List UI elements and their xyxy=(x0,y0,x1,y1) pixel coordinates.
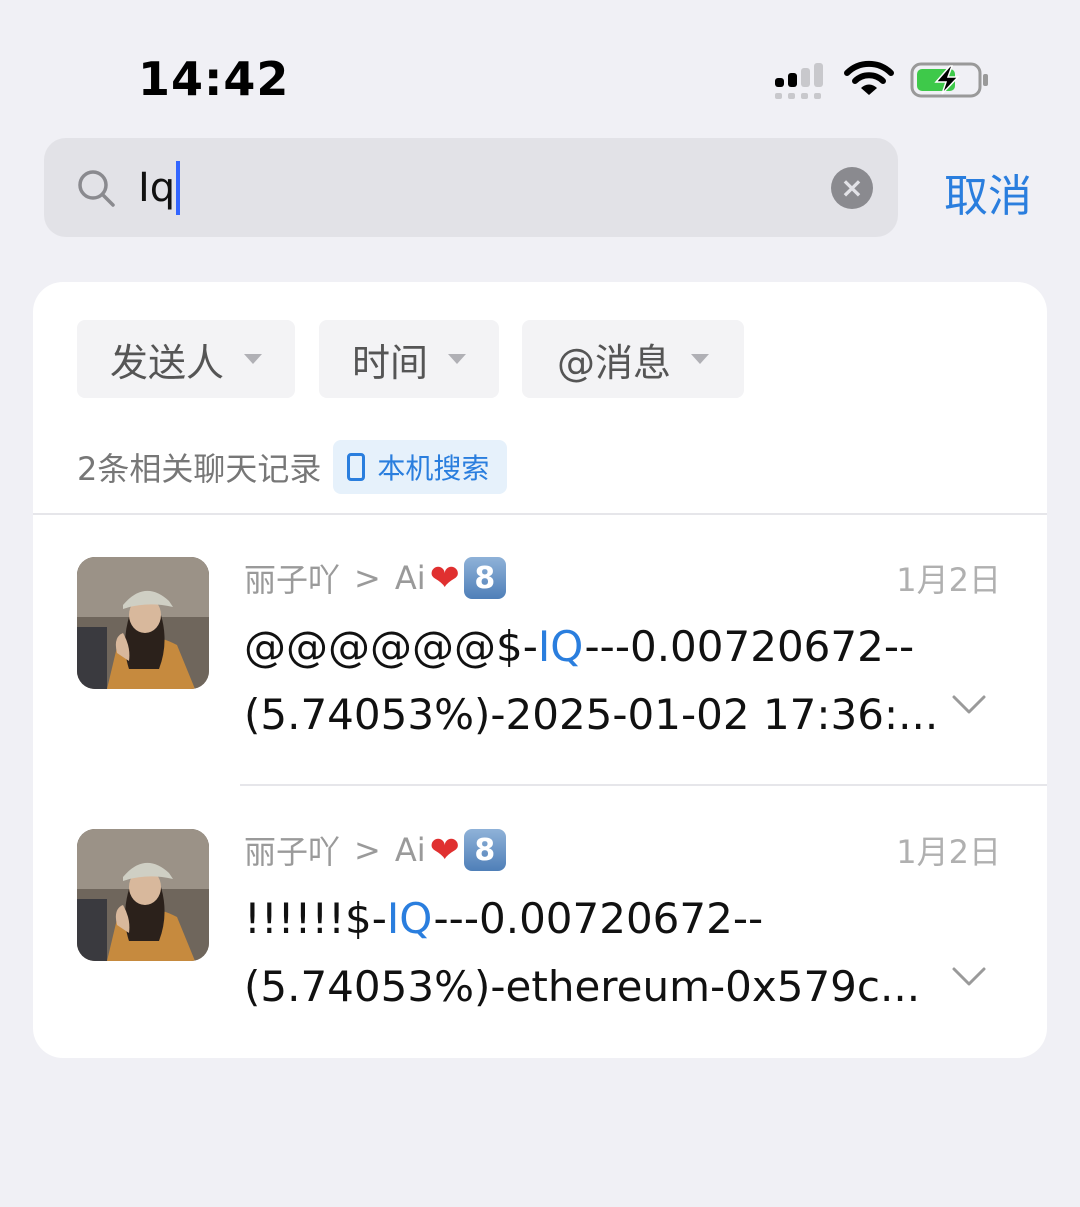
heart-icon: ❤ xyxy=(429,557,460,599)
cancel-button[interactable]: 取消 xyxy=(944,160,1032,224)
text-caret xyxy=(176,161,181,215)
avatar xyxy=(77,557,209,689)
sender-name: 丽子吖 xyxy=(244,561,341,599)
filter-mentions-label: @消息 xyxy=(556,340,671,385)
chat-name: Ai xyxy=(394,831,426,869)
search-bar: Iq × 取消 xyxy=(44,138,1044,238)
local-search-label: 本机搜索 xyxy=(377,452,490,485)
filter-time[interactable]: 时间 xyxy=(319,320,499,398)
message-line-2: (5.74053%)-ethereum-0x579c... xyxy=(244,962,921,1011)
avatar-photo xyxy=(77,829,209,961)
dropdown-arrow-icon xyxy=(244,354,262,364)
number-badge: 8 xyxy=(463,829,506,871)
search-result-item[interactable]: 丽子吖 > Ai ❤ 8 1月2日 @@@@@@$-IQ---0.0072067… xyxy=(33,513,1047,783)
search-icon xyxy=(78,170,115,207)
signal-icon xyxy=(775,63,823,99)
message-text: ---0.00720672-- xyxy=(433,894,764,943)
result-count: 2条相关聊天记录 xyxy=(77,450,322,488)
result-summary: 2条相关聊天记录 本机搜索 xyxy=(77,440,677,494)
sender-name: 丽子吖 xyxy=(244,833,341,871)
phone-icon xyxy=(347,453,366,481)
filter-time-label: 时间 xyxy=(351,340,428,385)
filter-bar: 发送人 时间 @消息 xyxy=(77,320,977,398)
message-line-1: @@@@@@$-IQ---0.00720672-- xyxy=(244,613,964,681)
search-result-item[interactable]: 丽子吖 > Ai ❤ 8 1月2日 !!!!!!$-IQ---0.0072067… xyxy=(33,785,1047,1055)
message-line-2: (5.74053%)-2025-01-02 17:36:... xyxy=(244,690,939,739)
keyword-highlight: IQ xyxy=(386,894,434,943)
chevron-down-icon[interactable] xyxy=(951,965,987,989)
heart-icon: ❤ xyxy=(429,829,460,871)
message-text: @@@@@@$- xyxy=(244,622,538,671)
message-preview: !!!!!!$-IQ---0.00720672-- (5.74053%)-eth… xyxy=(244,885,964,1021)
message-date: 1月2日 xyxy=(896,833,1001,871)
avatar xyxy=(77,829,209,961)
search-input[interactable]: Iq × xyxy=(44,138,898,237)
result-meta: 丽子吖 > Ai ❤ 8 xyxy=(244,827,1004,873)
status-bar: 14:42 xyxy=(0,0,1080,130)
avatar-photo xyxy=(77,557,209,689)
dropdown-arrow-icon xyxy=(448,354,466,364)
wifi-icon xyxy=(844,60,894,95)
filter-mentions[interactable]: @消息 xyxy=(522,320,744,398)
message-text: !!!!!!$- xyxy=(244,894,387,943)
clear-icon[interactable]: × xyxy=(831,167,873,209)
search-results-card: 发送人 时间 @消息 2条相关聊天记录 本机搜索 丽子吖 > Ai ❤ 8 1月… xyxy=(33,282,1047,1058)
number-badge: 8 xyxy=(463,557,506,599)
chevron-right-icon: > xyxy=(354,559,381,597)
battery-charging-icon xyxy=(910,62,988,98)
result-meta: 丽子吖 > Ai ❤ 8 xyxy=(244,555,1004,601)
chevron-down-icon[interactable] xyxy=(951,693,987,717)
search-query[interactable]: Iq xyxy=(138,161,181,215)
local-search-button[interactable]: 本机搜索 xyxy=(333,440,508,494)
dropdown-arrow-icon xyxy=(691,354,709,364)
filter-sender-label: 发送人 xyxy=(109,340,224,385)
status-time: 14:42 xyxy=(138,52,290,106)
search-query-text: Iq xyxy=(138,165,176,211)
chevron-right-icon: > xyxy=(354,831,381,869)
message-preview: @@@@@@$-IQ---0.00720672-- (5.74053%)-202… xyxy=(244,613,964,749)
message-text: ---0.00720672-- xyxy=(584,622,915,671)
message-line-1: !!!!!!$-IQ---0.00720672-- xyxy=(244,885,964,953)
chat-name: Ai xyxy=(394,559,426,597)
filter-sender[interactable]: 发送人 xyxy=(77,320,295,398)
keyword-highlight: IQ xyxy=(537,622,585,671)
message-date: 1月2日 xyxy=(896,561,1001,599)
